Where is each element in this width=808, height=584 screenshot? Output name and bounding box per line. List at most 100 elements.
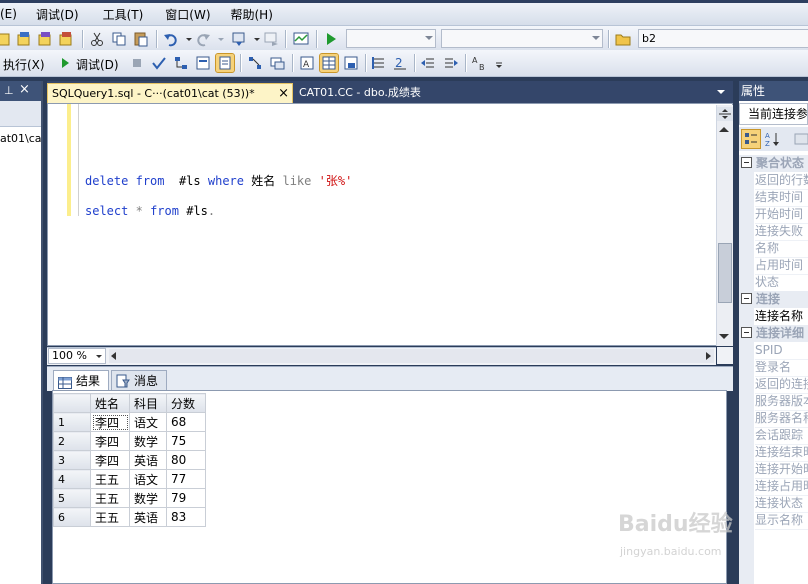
grid-corner[interactable]	[53, 393, 91, 413]
table-row[interactable]: 5 王五 数学 79	[53, 488, 206, 508]
redo-dropdown-icon[interactable]	[212, 30, 224, 48]
collapse-icon[interactable]	[741, 327, 752, 338]
open-folder-icon[interactable]	[614, 30, 632, 48]
column-header-subject[interactable]: 科目	[129, 393, 167, 413]
cell-name[interactable]: 李四	[90, 412, 130, 432]
collapse-icon[interactable]	[741, 293, 752, 304]
row-number[interactable]: 3	[53, 450, 91, 470]
xmla-query-icon[interactable]	[58, 30, 76, 48]
scroll-up-icon[interactable]	[719, 127, 729, 132]
debug-button[interactable]: 调试(D)	[76, 56, 119, 73]
alphabetical-icon[interactable]: AZ	[764, 130, 782, 148]
cell-name[interactable]: 王五	[90, 469, 130, 489]
editor-vertical-scrollbar[interactable]	[716, 105, 733, 346]
cell-subject[interactable]: 英语	[129, 507, 167, 527]
comment-lines-icon[interactable]	[370, 54, 388, 72]
tab-messages[interactable]: 消息	[111, 370, 167, 390]
toolbar-options-icon[interactable]	[490, 54, 502, 72]
mdx-query-icon[interactable]	[16, 30, 34, 48]
cancel-query-icon[interactable]	[128, 54, 146, 72]
cell-score[interactable]: 68	[166, 412, 206, 432]
close-panel-icon[interactable]: ×	[19, 82, 30, 97]
prop-connection-failures[interactable]: 连接失败	[755, 223, 808, 241]
specify-template-values-icon[interactable]: AB	[470, 54, 488, 72]
paste-icon[interactable]	[132, 30, 150, 48]
cell-name[interactable]: 王五	[90, 507, 130, 527]
decrease-indent-icon[interactable]	[419, 54, 437, 72]
query-options-icon[interactable]	[194, 54, 212, 72]
results-to-text-icon[interactable]	[215, 53, 235, 73]
prop-login-name[interactable]: 登录名	[755, 359, 808, 377]
row-number[interactable]: 4	[53, 469, 91, 489]
database-combo[interactable]: b2	[638, 29, 808, 48]
row-number[interactable]: 2	[53, 431, 91, 451]
menu-edit[interactable]: (E)	[0, 7, 26, 21]
property-pages-icon[interactable]	[791, 130, 808, 148]
prop-connection-rows-returned[interactable]: 返回的连接	[755, 376, 808, 394]
cell-score[interactable]: 80	[166, 450, 206, 470]
pin-icon[interactable]: ⊥	[4, 84, 14, 97]
split-icon[interactable]	[717, 107, 733, 121]
undo-dropdown-icon[interactable]	[180, 30, 192, 48]
section-aggregate-status[interactable]: 聚合状态	[739, 155, 808, 172]
table-row[interactable]: 6 王五 英语 83	[53, 507, 206, 527]
cut-icon[interactable]	[88, 30, 106, 48]
section-connection-details[interactable]: 连接详细	[739, 325, 808, 342]
cell-name[interactable]: 李四	[90, 450, 130, 470]
menu-help[interactable]: 帮助(H)	[220, 6, 282, 23]
activity-monitor-icon[interactable]	[292, 30, 310, 48]
menu-tools[interactable]: 工具(T)	[88, 6, 153, 23]
results-to-grid-icon[interactable]	[319, 53, 339, 73]
debug-start-icon[interactable]	[56, 54, 74, 72]
prop-end-time[interactable]: 结束时间	[755, 189, 808, 207]
tab-cat01-cc[interactable]: CAT01.CC - dbo.成绩表	[295, 83, 475, 103]
menu-debug[interactable]: 调试(D)	[26, 6, 88, 23]
editor-horizontal-scrollbar[interactable]	[109, 349, 714, 363]
prop-spid[interactable]: SPID	[755, 342, 808, 360]
cell-name[interactable]: 李四	[90, 431, 130, 451]
prop-connection-elapsed[interactable]: 连接占用时	[755, 478, 808, 496]
cell-score[interactable]: 77	[166, 469, 206, 489]
prop-connection-name[interactable]: 连接名称	[755, 308, 808, 326]
cell-name[interactable]: 王五	[90, 488, 130, 508]
dmx-query-icon[interactable]	[37, 30, 55, 48]
tab-list-dropdown-icon[interactable]	[717, 90, 725, 94]
table-row[interactable]: 3 李四 英语 80	[53, 450, 206, 470]
prop-connection-end-time[interactable]: 连接结束时	[755, 444, 808, 462]
parse-icon[interactable]	[150, 54, 168, 72]
estimated-plan-icon[interactable]	[172, 54, 190, 72]
undo-icon[interactable]	[162, 30, 180, 48]
collapse-icon[interactable]	[741, 157, 752, 168]
cell-score[interactable]: 75	[166, 431, 206, 451]
prop-connection-start-time[interactable]: 连接开始时	[755, 461, 808, 479]
cell-subject[interactable]: 英语	[129, 450, 167, 470]
code-line-select[interactable]: select * from #ls.	[85, 204, 215, 218]
prop-server-name[interactable]: 服务器名称	[755, 410, 808, 428]
properties-object-selector[interactable]: 当前连接参	[739, 103, 808, 125]
editor-scroll-thumb[interactable]	[718, 243, 732, 303]
prop-rows-returned[interactable]: 返回的行数	[755, 172, 808, 190]
increase-indent-icon[interactable]	[442, 54, 460, 72]
close-tab-icon[interactable]: ×	[278, 84, 289, 104]
categorized-icon[interactable]	[741, 129, 761, 149]
include-plan-icon[interactable]	[246, 54, 264, 72]
navigate-dropdown-icon[interactable]	[248, 30, 260, 48]
explorer-tree-node[interactable]: at01\cat	[0, 132, 41, 145]
new-query-icon[interactable]	[0, 30, 14, 48]
prop-elapsed-time[interactable]: 占用时间	[755, 257, 808, 275]
cell-subject[interactable]: 语文	[129, 412, 167, 432]
scroll-right-icon[interactable]	[706, 352, 711, 360]
copy-icon[interactable]	[110, 30, 128, 48]
navigate-back-icon[interactable]	[230, 30, 248, 48]
table-row[interactable]: 2 李四 数学 75	[53, 431, 206, 451]
solution-platform-combo[interactable]	[441, 29, 603, 48]
prop-server-version[interactable]: 服务器版本	[755, 393, 808, 411]
prop-name[interactable]: 名称	[755, 240, 808, 258]
execute-button[interactable]: 执行(X)	[3, 56, 45, 73]
solution-config-combo[interactable]	[346, 29, 436, 48]
cell-score[interactable]: 79	[166, 488, 206, 508]
menu-window[interactable]: 窗口(W)	[152, 6, 219, 23]
results-to-file-icon[interactable]	[342, 54, 360, 72]
section-connection[interactable]: 连接	[739, 291, 808, 308]
prop-status[interactable]: 状态	[755, 274, 808, 292]
